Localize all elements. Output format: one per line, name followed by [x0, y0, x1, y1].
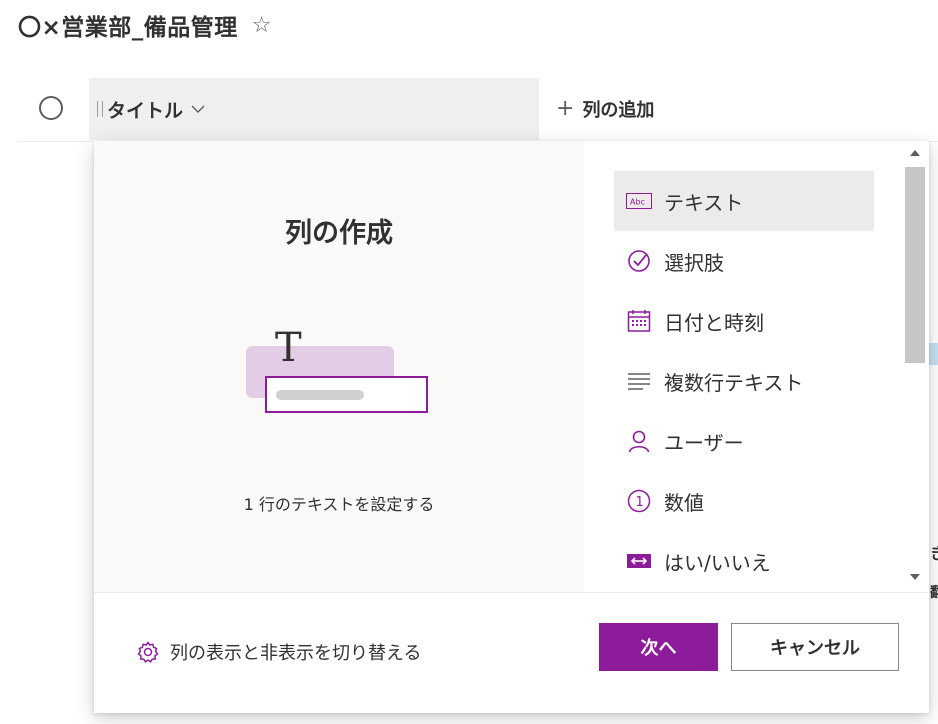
- chevron-down-icon: [191, 105, 205, 113]
- column-type-person[interactable]: ユーザー: [614, 411, 874, 471]
- sharepoint-list-page: 〇×営業部_備品管理 ☆ タイトル + 列の追加 き 翻 列の作成 T 1 行の…: [0, 0, 938, 724]
- scroll-thumb[interactable]: [905, 167, 925, 363]
- column-type-label: ユーザー: [664, 430, 744, 455]
- gear-icon: [137, 641, 159, 663]
- panel-footer-divider: [94, 592, 929, 593]
- yes-no-icon: [626, 548, 652, 574]
- column-type-label: 選択肢: [664, 250, 724, 275]
- panel-heading: 列の作成: [285, 218, 393, 249]
- column-type-datetime[interactable]: 日付と時刻: [614, 291, 874, 351]
- create-column-panel: 列の作成 T 1 行のテキストを設定する Abc テキスト 選択肢 日付と時刻 …: [94, 141, 929, 713]
- column-type-text[interactable]: Abc テキスト: [614, 171, 874, 231]
- column-type-yes-no[interactable]: はい/いいえ: [614, 531, 874, 591]
- select-all-checkbox[interactable]: [39, 96, 63, 120]
- add-column-label: 列の追加: [582, 100, 655, 121]
- svg-text:Abc: Abc: [630, 198, 645, 207]
- column-type-choice[interactable]: 選択肢: [614, 231, 874, 291]
- next-button[interactable]: 次へ: [599, 623, 718, 671]
- show-hide-columns-link[interactable]: 列の表示と非表示を切り替える: [136, 639, 421, 665]
- show-hide-columns-label: 列の表示と非表示を切り替える: [170, 643, 422, 664]
- text-abc-icon: Abc: [626, 188, 652, 214]
- scroll-down-arrow-icon[interactable]: [910, 574, 920, 580]
- cancel-button[interactable]: キャンセル: [731, 623, 899, 671]
- column-type-scrollbar[interactable]: [901, 141, 929, 592]
- column-type-label: テキスト: [664, 190, 744, 215]
- column-type-list: Abc テキスト 選択肢 日付と時刻 複数行テキスト ユーザー 1 数値 はい/…: [614, 171, 874, 591]
- column-type-multiline-text[interactable]: 複数行テキスト: [614, 351, 874, 411]
- scroll-up-arrow-icon[interactable]: [910, 150, 920, 156]
- plus-icon: +: [556, 96, 575, 121]
- person-icon: [626, 428, 652, 454]
- number-icon: 1: [626, 488, 652, 514]
- column-type-label: 日付と時刻: [664, 310, 764, 335]
- svg-text:1: 1: [636, 495, 644, 510]
- column-type-label: はい/いいえ: [664, 550, 771, 575]
- svg-text:T: T: [275, 327, 302, 371]
- background-text-fragment: 翻: [930, 585, 938, 601]
- star-outline-icon[interactable]: ☆: [252, 13, 272, 38]
- background-selection-sliver: [929, 343, 938, 365]
- column-header-title[interactable]: タイトル: [89, 78, 539, 140]
- column-header-label: タイトル: [107, 99, 184, 122]
- add-column-button[interactable]: + 列の追加: [556, 96, 654, 122]
- column-resize-grip-icon[interactable]: [97, 101, 103, 117]
- multiline-text-icon: [626, 368, 652, 394]
- page-header: 〇×営業部_備品管理 ☆: [18, 8, 272, 42]
- column-type-label: 複数行テキスト: [664, 370, 804, 395]
- background-text-fragment: き: [930, 540, 938, 564]
- preview-description: 1 行のテキストを設定する: [243, 495, 435, 514]
- calendar-icon: [626, 308, 652, 334]
- page-title: 〇×営業部_備品管理: [18, 15, 238, 41]
- text-column-illustration: T: [246, 327, 428, 413]
- column-type-label: 数値: [664, 490, 704, 515]
- choice-check-icon: [626, 248, 652, 274]
- preview-pane: 列の作成 T 1 行のテキストを設定する Abc テキスト 選択肢 日付と時刻 …: [94, 141, 929, 592]
- column-type-number[interactable]: 1 数値: [614, 471, 874, 531]
